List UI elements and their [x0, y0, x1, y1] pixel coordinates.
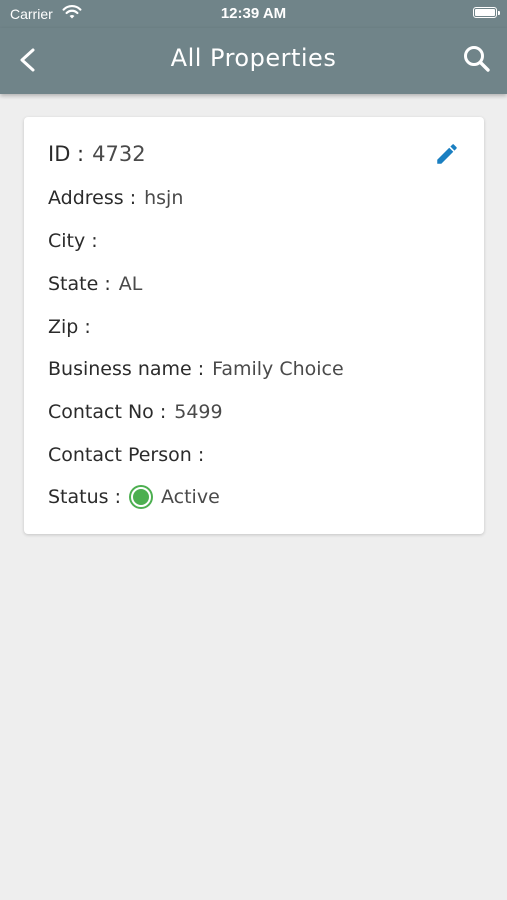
field-zip: Zip :: [48, 314, 99, 340]
field-contact-no-label: Contact No :: [48, 401, 167, 423]
field-address-value: hsjn: [144, 187, 184, 209]
navigation-bar: All Properties: [0, 28, 507, 94]
field-status-label: Status :: [48, 486, 121, 508]
edit-button[interactable]: [434, 141, 460, 167]
field-address: Address : hsjn: [48, 185, 183, 211]
status-indicator-icon: [131, 487, 151, 507]
field-business-name: Business name : Family Choice: [48, 356, 344, 382]
field-zip-label: Zip :: [48, 316, 91, 338]
battery-icon: [473, 7, 500, 18]
field-status-value: Active: [161, 486, 220, 508]
field-business-name-value: Family Choice: [212, 358, 344, 380]
clock-time: 12:39 AM: [220, 5, 287, 22]
field-address-label: Address :: [48, 187, 137, 209]
field-business-name-label: Business name :: [48, 358, 205, 380]
search-icon: [464, 46, 490, 72]
property-card[interactable]: ID :4732 Address : hsjn City : State : AL …: [24, 117, 484, 534]
field-status: Status : Active: [48, 484, 220, 510]
search-button[interactable]: [461, 43, 493, 75]
field-state-label: State :: [48, 273, 111, 295]
field-contact-person-label: Contact Person :: [48, 444, 205, 466]
field-contact-person: Contact Person :: [48, 442, 212, 468]
field-id-label: ID :: [48, 142, 85, 166]
field-city-label: City :: [48, 230, 98, 252]
field-city: City :: [48, 228, 106, 254]
field-contact-no: Contact No : 5499: [48, 399, 223, 425]
field-id: ID : 4732: [48, 141, 146, 167]
pencil-icon: [437, 144, 457, 164]
field-contact-no-value: 5499: [174, 401, 223, 423]
field-id-value: 4732: [92, 142, 146, 166]
status-bar: Carrier 12:39 AM: [0, 0, 507, 28]
field-state: State : AL: [48, 271, 142, 297]
page-title: All Properties: [170, 44, 337, 72]
field-state-value: AL: [118, 273, 143, 295]
